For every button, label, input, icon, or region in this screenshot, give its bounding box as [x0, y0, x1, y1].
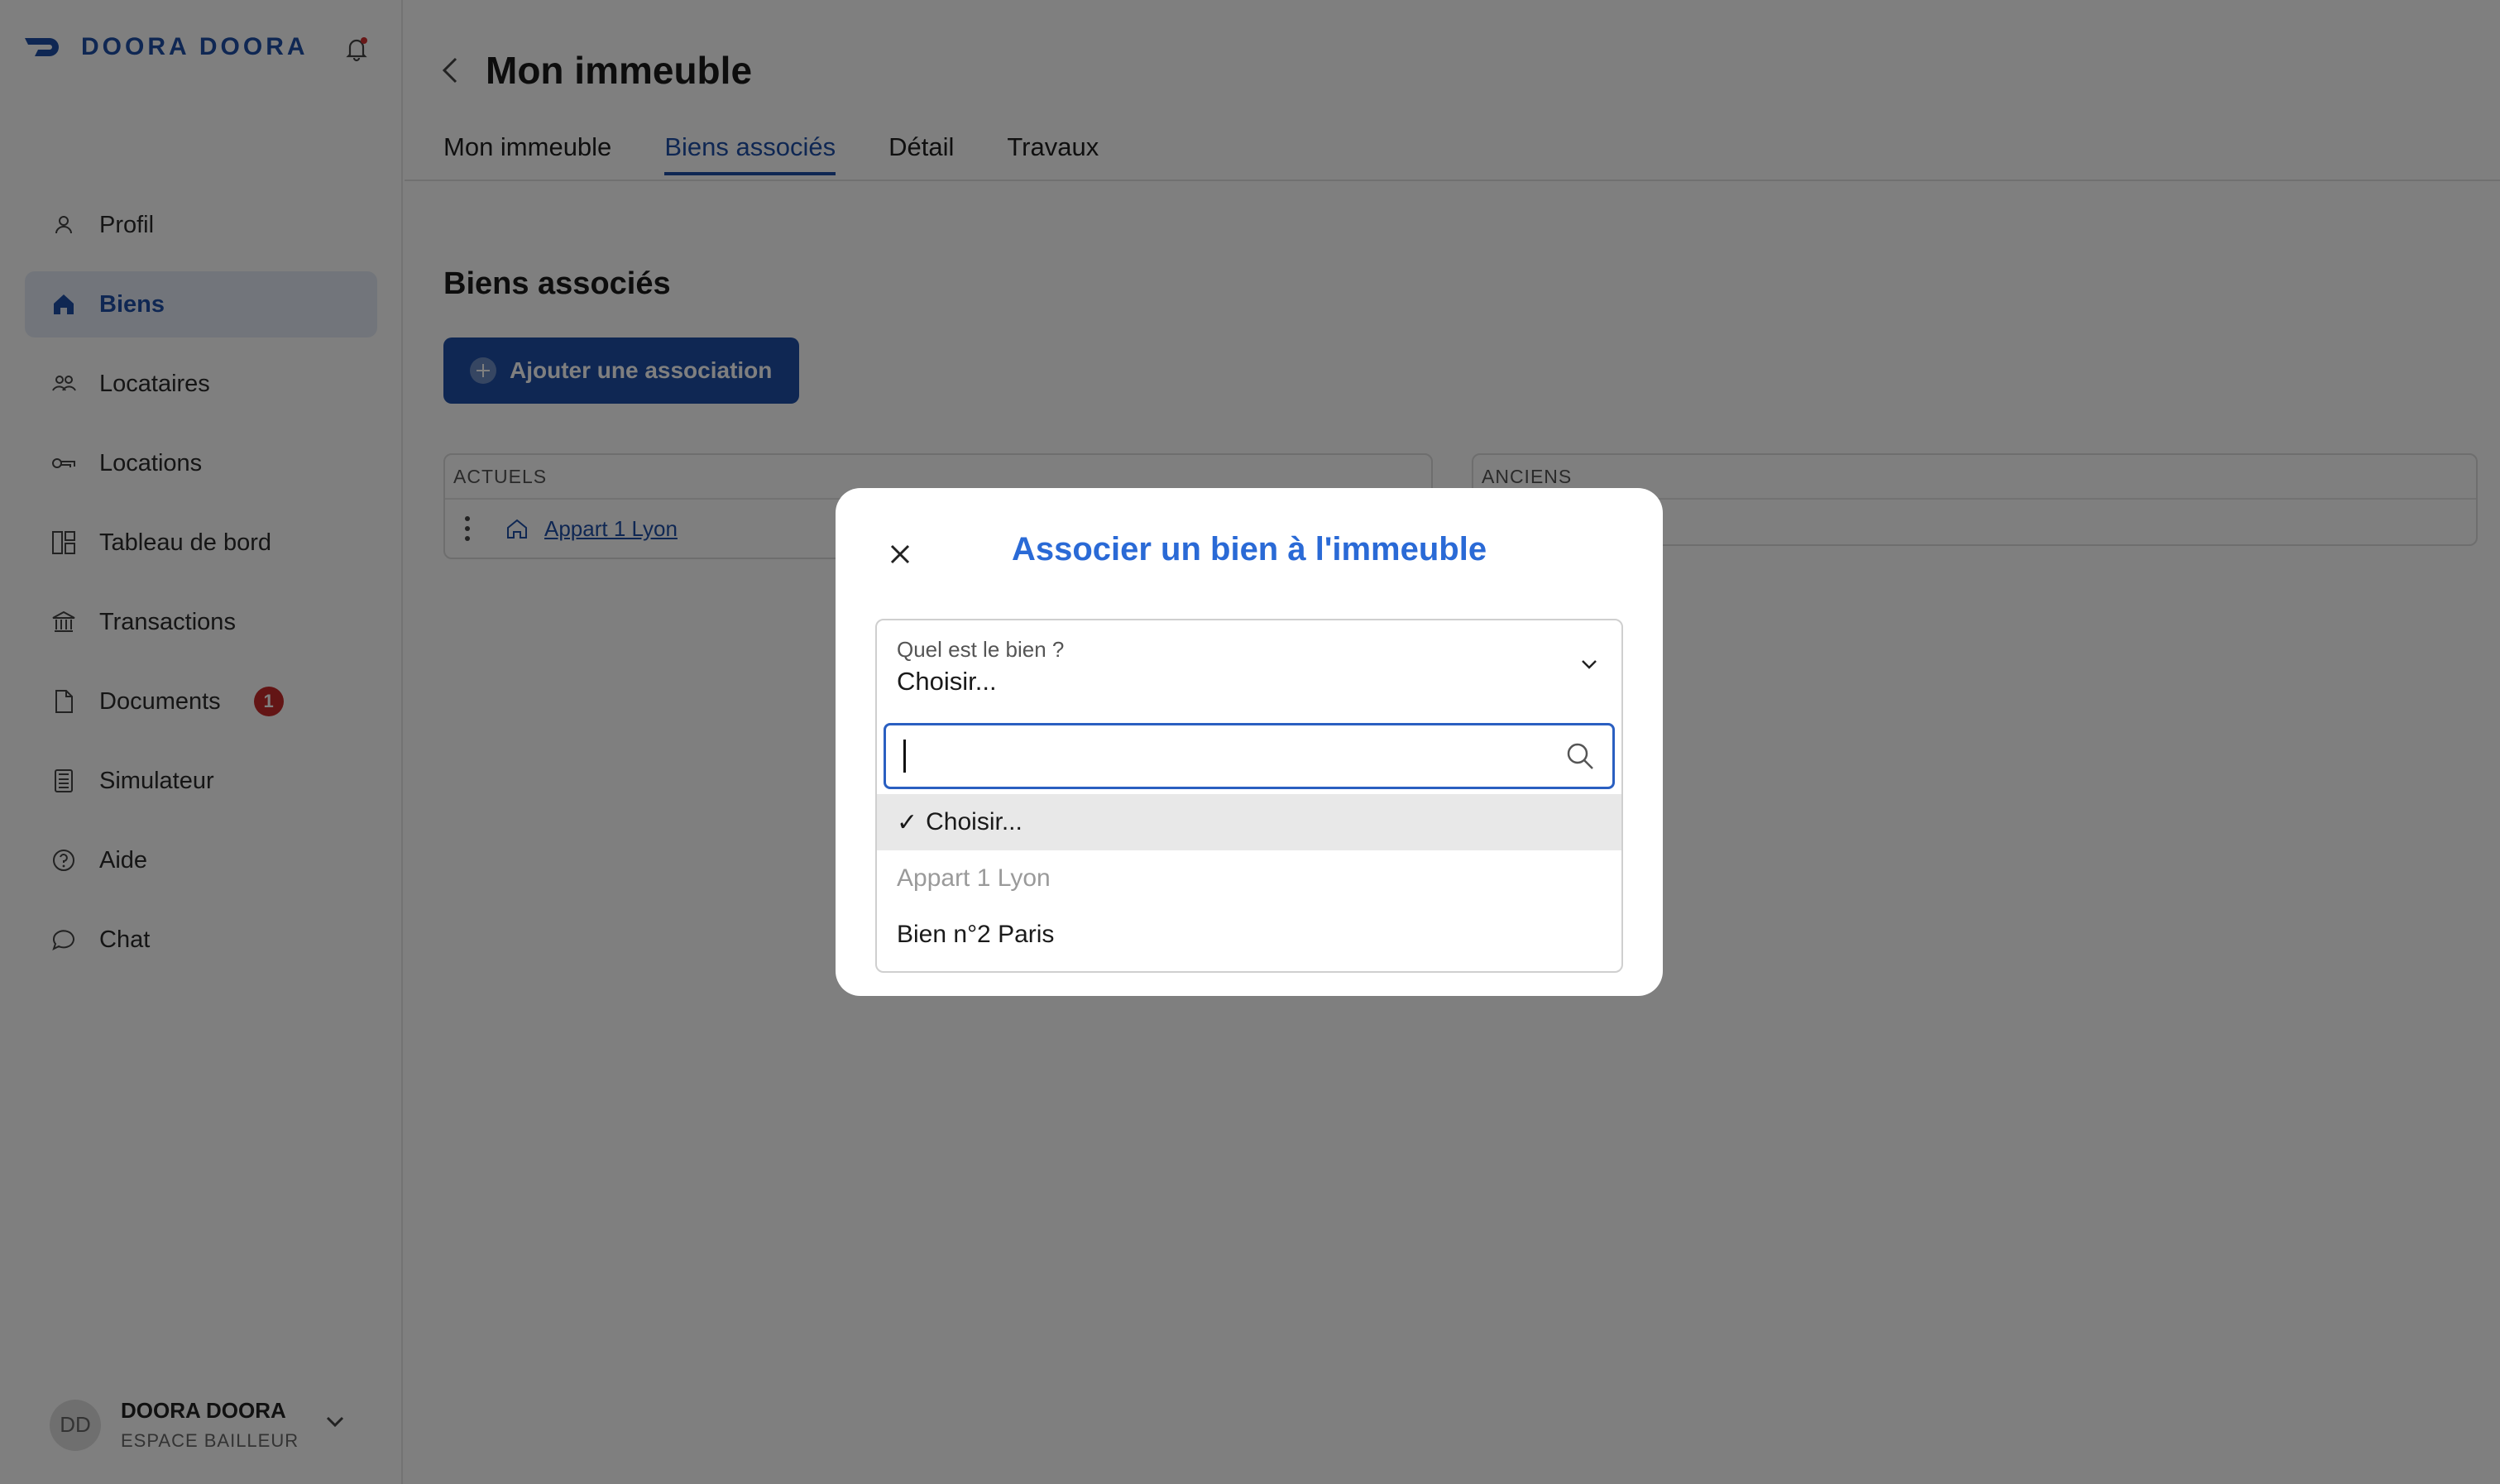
- search-icon: [1567, 743, 1593, 769]
- modal-title: Associer un bien à l'immeuble: [1011, 531, 1487, 567]
- option-choisir[interactable]: ✓ Choisir...: [877, 794, 1621, 850]
- option-label: Appart 1 Lyon: [897, 864, 1051, 892]
- option-bien-2-paris[interactable]: Bien n°2 Paris: [877, 907, 1621, 963]
- options-list: ✓ Choisir... Appart 1 Lyon Bien n°2 Pari…: [877, 794, 1621, 963]
- search-input[interactable]: [884, 723, 1615, 789]
- option-label: Bien n°2 Paris: [897, 921, 1055, 948]
- text-caret: [903, 740, 906, 773]
- option-appart-1-lyon: Appart 1 Lyon: [877, 850, 1621, 907]
- select-value: Choisir...: [897, 667, 997, 696]
- select-label: Quel est le bien ?: [897, 637, 1065, 662]
- option-label: Choisir...: [926, 808, 1023, 835]
- property-select[interactable]: Quel est le bien ? Choisir... ✓ Choisir.…: [875, 619, 1623, 973]
- associate-property-modal: Associer un bien à l'immeuble Quel est l…: [836, 488, 1663, 996]
- chevron-down-icon[interactable]: [1577, 652, 1602, 677]
- checkmark-icon: ✓: [897, 808, 918, 836]
